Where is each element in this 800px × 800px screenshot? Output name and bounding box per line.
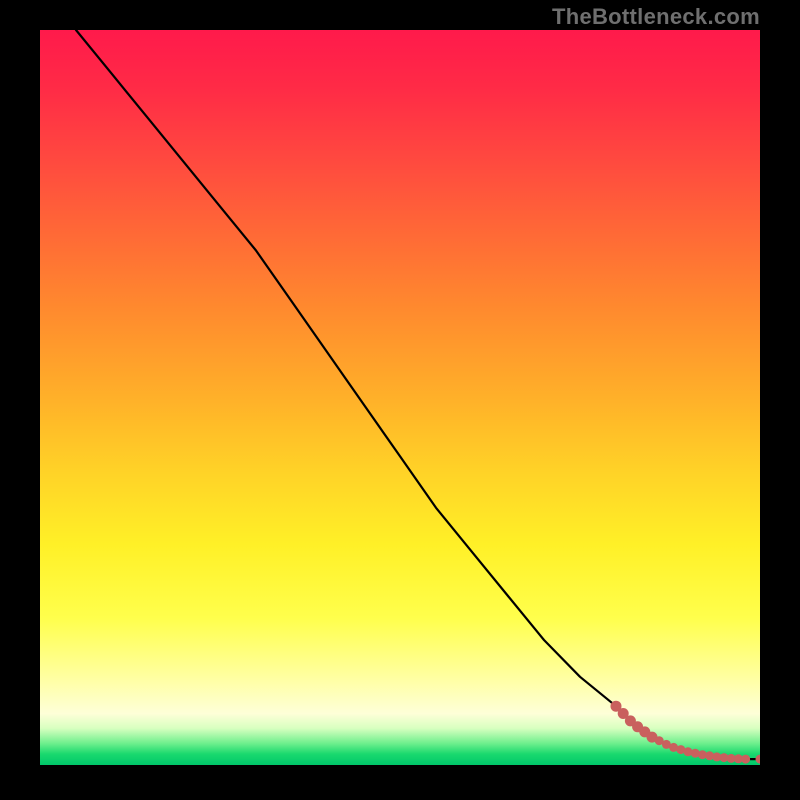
chart-overlay [40, 30, 760, 765]
data-point [647, 732, 658, 743]
data-point [669, 743, 678, 752]
data-point [734, 754, 743, 763]
data-point [691, 749, 700, 758]
data-point [676, 745, 685, 754]
data-point [655, 736, 664, 745]
data-point [756, 755, 761, 764]
data-point [625, 715, 636, 726]
data-point [611, 701, 622, 712]
data-point [720, 753, 729, 762]
attribution-label: TheBottleneck.com [552, 4, 760, 30]
data-point [705, 751, 714, 760]
data-point [684, 747, 693, 756]
data-point [639, 726, 650, 737]
data-point [632, 721, 643, 732]
scatter-points [611, 701, 761, 764]
plot-area [40, 30, 760, 765]
data-point [618, 708, 629, 719]
main-curve [76, 30, 760, 759]
data-point [698, 750, 707, 759]
data-point [662, 740, 671, 749]
chart-stage: TheBottleneck.com [0, 0, 800, 800]
data-point [741, 755, 750, 764]
data-point [712, 752, 721, 761]
data-point [727, 754, 736, 763]
